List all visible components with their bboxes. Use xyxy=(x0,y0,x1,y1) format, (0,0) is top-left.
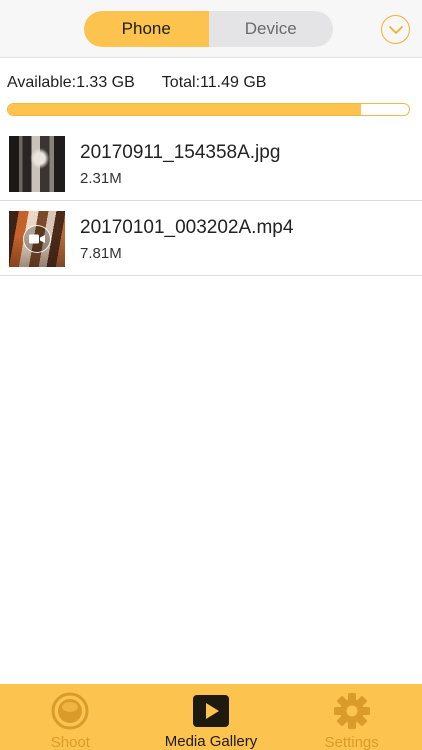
tab-media-gallery[interactable]: Media Gallery xyxy=(141,684,282,750)
image-thumbnail xyxy=(9,136,65,192)
video-camera-icon xyxy=(29,234,45,244)
video-badge xyxy=(23,225,51,253)
tab-label: Settings xyxy=(324,734,379,750)
segment-device[interactable]: Device xyxy=(209,11,334,47)
file-size: 7.81M xyxy=(80,245,122,262)
segment-phone[interactable]: Phone xyxy=(84,11,209,47)
play-icon xyxy=(193,694,229,727)
file-size: 2.31M xyxy=(80,170,122,187)
dropdown-button[interactable] xyxy=(381,15,410,44)
gear-icon xyxy=(333,693,370,729)
total-storage: Total:11.49 GB xyxy=(161,74,267,91)
available-storage: Available:1.33 GB xyxy=(7,74,135,91)
file-list: 20170911_154358A.jpg 2.31M 20170101_0032… xyxy=(0,126,422,276)
storage-info: Available:1.33 GB Total:11.49 GB xyxy=(7,74,266,92)
list-item[interactable]: 20170911_154358A.jpg 2.31M xyxy=(0,126,422,201)
list-item[interactable]: 20170101_003202A.mp4 7.81M xyxy=(0,201,422,276)
source-segmented-control: Phone Device xyxy=(84,11,333,47)
chevron-down-icon xyxy=(388,25,403,34)
tab-label: Shoot xyxy=(50,734,90,750)
storage-progress-bar xyxy=(7,103,410,116)
bottom-tab-bar: Shoot Media Gallery Settings xyxy=(0,684,422,750)
file-name: 20170911_154358A.jpg xyxy=(80,142,281,163)
tab-settings[interactable]: Settings xyxy=(281,684,422,750)
video-thumbnail xyxy=(9,211,65,267)
tab-label: Media Gallery xyxy=(164,733,258,750)
file-name: 20170101_003202A.mp4 xyxy=(80,217,294,238)
tab-shoot[interactable]: Shoot xyxy=(0,684,141,750)
storage-progress-fill xyxy=(8,104,361,115)
top-bar: Phone Device xyxy=(0,0,422,58)
camera-lens-icon xyxy=(51,692,89,730)
